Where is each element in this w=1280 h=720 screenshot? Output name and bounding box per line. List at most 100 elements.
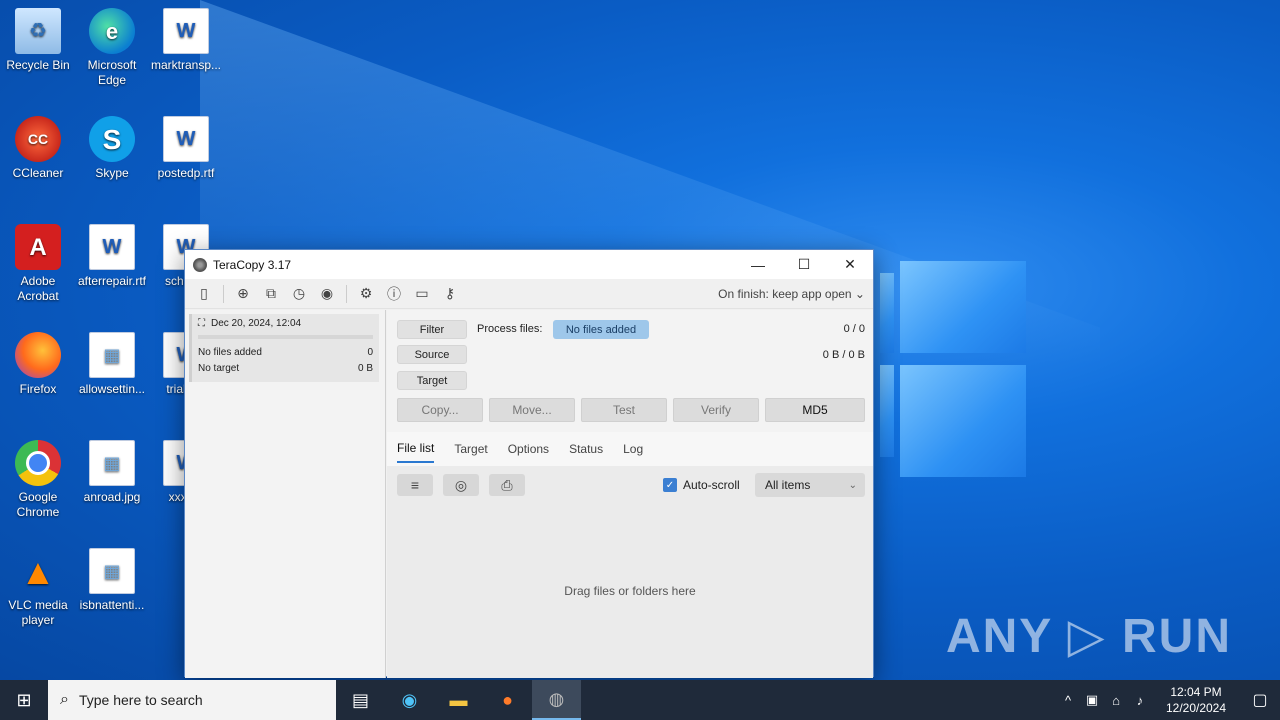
copy-icon[interactable]: ⧉ bbox=[260, 283, 282, 305]
window-title: TeraCopy 3.17 bbox=[213, 257, 292, 272]
copy-button[interactable]: Copy... bbox=[397, 398, 483, 422]
maximize-button[interactable]: ☐ bbox=[781, 250, 827, 279]
gear-icon[interactable]: ⚙ bbox=[355, 283, 377, 305]
autoscroll-checkbox[interactable]: ✓ bbox=[663, 478, 677, 492]
job-list-panel: ⛶ Dec 20, 2024, 12:04 No files added 0 N… bbox=[185, 310, 386, 678]
windows-start-icon[interactable]: ⊞ bbox=[0, 680, 48, 720]
toolbar: ▯ ⊕ ⧉ ◷ ◉ ⚙ ⓘ ▭ ⚷ On finish: keep app op… bbox=[185, 279, 873, 309]
notification-icon[interactable]: ▢ bbox=[1240, 690, 1280, 710]
firefox-taskbar-icon[interactable]: ● bbox=[483, 680, 532, 720]
tab-status[interactable]: Status bbox=[569, 436, 603, 462]
clock[interactable]: 12:04 PM 12/20/2024 bbox=[1158, 684, 1234, 716]
chrome-icon bbox=[15, 440, 61, 486]
desktop-icon-vlc[interactable]: ▲ VLC media player bbox=[0, 548, 76, 628]
print-icon[interactable]: ⎙ bbox=[489, 474, 525, 496]
job-item[interactable]: ⛶ Dec 20, 2024, 12:04 No files added 0 N… bbox=[189, 314, 379, 382]
tab-file-list[interactable]: File list bbox=[397, 435, 435, 463]
user-icon[interactable]: ◉ bbox=[316, 283, 338, 305]
items-filter-value: All items bbox=[765, 478, 811, 492]
taskbar: ⊞ ⌕ Type here to search ▤ ◉ ▬ ● ◍ ^ ▣ ⌂ … bbox=[0, 680, 1280, 720]
items-filter-select[interactable]: All items ⌄ bbox=[755, 473, 865, 497]
minimize-button[interactable]: — bbox=[735, 250, 781, 279]
info-icon[interactable]: ⓘ bbox=[383, 283, 405, 305]
fingerprint-icon[interactable]: ◎ bbox=[443, 474, 479, 496]
desktop-icon-recycle-bin[interactable]: ♻ Recycle Bin bbox=[0, 8, 76, 73]
edge-taskbar-icon[interactable]: ◉ bbox=[385, 680, 434, 720]
expand-icon: ⛶ bbox=[198, 318, 205, 329]
tab-log[interactable]: Log bbox=[623, 436, 643, 462]
teracopy-app-icon bbox=[193, 257, 207, 272]
size-count: 0 B / 0 B bbox=[822, 349, 865, 361]
source-button[interactable]: Source bbox=[397, 345, 467, 364]
history-icon[interactable]: ◷ bbox=[288, 283, 310, 305]
test-button[interactable]: Test bbox=[581, 398, 667, 422]
sidebar-toggle-icon[interactable]: ▯ bbox=[193, 283, 215, 305]
teracopy-window: TeraCopy 3.17 — ☐ ✕ ▯ ⊕ ⧉ ◷ ◉ ⚙ ⓘ ▭ ⚷ On… bbox=[184, 249, 874, 678]
desktop-icon-skype[interactable]: S Skype bbox=[74, 116, 150, 181]
desktop-icon-firefox[interactable]: Firefox bbox=[0, 332, 76, 397]
file-count: 0 / 0 bbox=[843, 323, 865, 335]
verify-button[interactable]: Verify bbox=[673, 398, 759, 422]
title-bar: TeraCopy 3.17 — ☐ ✕ bbox=[185, 250, 873, 279]
target-button[interactable]: Target bbox=[397, 371, 467, 390]
autoscroll-label: Auto-scroll bbox=[683, 478, 740, 492]
word-doc-icon: W bbox=[163, 8, 209, 54]
tab-target[interactable]: Target bbox=[454, 436, 487, 462]
word-doc-icon: W bbox=[89, 224, 135, 270]
desktop-icon-chrome[interactable]: Google Chrome bbox=[0, 440, 76, 520]
taskbar-search[interactable]: ⌕ Type here to search bbox=[48, 680, 336, 720]
file-list-pane[interactable]: ≡ ◎ ⎙ ✓ Auto-scroll All items ⌄ Drag fil… bbox=[387, 466, 873, 678]
job-files-label: No files added bbox=[198, 347, 262, 358]
desktop-icon-isbnattenti[interactable]: ▦ isbnattenti... bbox=[74, 548, 150, 613]
chevron-up-icon[interactable]: ^ bbox=[1056, 693, 1080, 708]
job-target-size: 0 B bbox=[357, 363, 373, 374]
image-file-icon: ▦ bbox=[89, 548, 135, 594]
chevron-down-icon: ⌄ bbox=[848, 479, 857, 491]
card-icon[interactable]: ▭ bbox=[411, 283, 433, 305]
skype-icon: S bbox=[89, 116, 135, 162]
move-button[interactable]: Move... bbox=[489, 398, 575, 422]
vlc-cone-icon: ▲ bbox=[20, 550, 56, 592]
tab-bar: File list Target Options Status Log bbox=[387, 432, 873, 466]
file-explorer-icon[interactable]: ▬ bbox=[434, 680, 483, 720]
word-doc-icon: W bbox=[163, 116, 209, 162]
on-finish-dropdown[interactable]: On finish: keep app open ⌄ bbox=[718, 287, 865, 301]
drop-hint: Drag files or folders here bbox=[564, 584, 696, 598]
desktop-icon-anroad[interactable]: ▦ anroad.jpg bbox=[74, 440, 150, 505]
desktop-icon-allowsettin[interactable]: ▦ allowsettin... bbox=[74, 332, 150, 397]
ccleaner-icon: CC bbox=[15, 116, 61, 162]
search-icon: ⌕ bbox=[60, 691, 69, 708]
menu-icon[interactable]: ≡ bbox=[397, 474, 433, 496]
acrobat-icon: A bbox=[15, 224, 61, 270]
desktop-icon-marktransp[interactable]: W marktransp... bbox=[148, 8, 224, 73]
filter-button[interactable]: Filter bbox=[397, 320, 467, 339]
desktop-icon-afterrepair[interactable]: W afterrepair.rtf bbox=[74, 224, 150, 289]
edge-icon: e bbox=[89, 8, 135, 54]
teracopy-taskbar-icon[interactable]: ◍ bbox=[532, 680, 581, 720]
recycle-bin-icon: ♻ bbox=[15, 8, 61, 54]
clock-date: 12/20/2024 bbox=[1165, 701, 1227, 715]
key-icon[interactable]: ⚷ bbox=[439, 283, 461, 305]
job-files-count: 0 bbox=[367, 347, 373, 358]
process-files-label: Process files: bbox=[477, 323, 543, 335]
desktop-icon-edge[interactable]: e Microsoft Edge bbox=[74, 8, 150, 88]
process-files-badge[interactable]: No files added bbox=[553, 320, 649, 339]
desktop-icon-acrobat[interactable]: A Adobe Acrobat bbox=[0, 224, 76, 304]
network-icon[interactable]: ⌂ bbox=[1104, 693, 1128, 708]
close-button[interactable]: ✕ bbox=[827, 250, 873, 279]
hash-button[interactable]: MD5 bbox=[765, 398, 865, 422]
task-view-icon[interactable]: ▤ bbox=[336, 680, 385, 720]
windows-logo bbox=[880, 243, 1030, 480]
job-date: Dec 20, 2024, 12:04 bbox=[211, 318, 302, 329]
firefox-icon bbox=[15, 332, 61, 378]
device-icon[interactable]: ▣ bbox=[1080, 692, 1104, 708]
watermark: ANY ▷ RUN bbox=[945, 610, 1232, 663]
job-progress-bar bbox=[198, 335, 373, 339]
image-file-icon: ▦ bbox=[89, 332, 135, 378]
volume-icon[interactable]: ♪ bbox=[1128, 693, 1152, 708]
add-icon[interactable]: ⊕ bbox=[232, 283, 254, 305]
desktop-icon-ccleaner[interactable]: CC CCleaner bbox=[0, 116, 76, 181]
job-target-label: No target bbox=[198, 363, 240, 374]
desktop-icon-postedp[interactable]: W postedp.rtf bbox=[148, 116, 224, 181]
tab-options[interactable]: Options bbox=[508, 436, 549, 462]
